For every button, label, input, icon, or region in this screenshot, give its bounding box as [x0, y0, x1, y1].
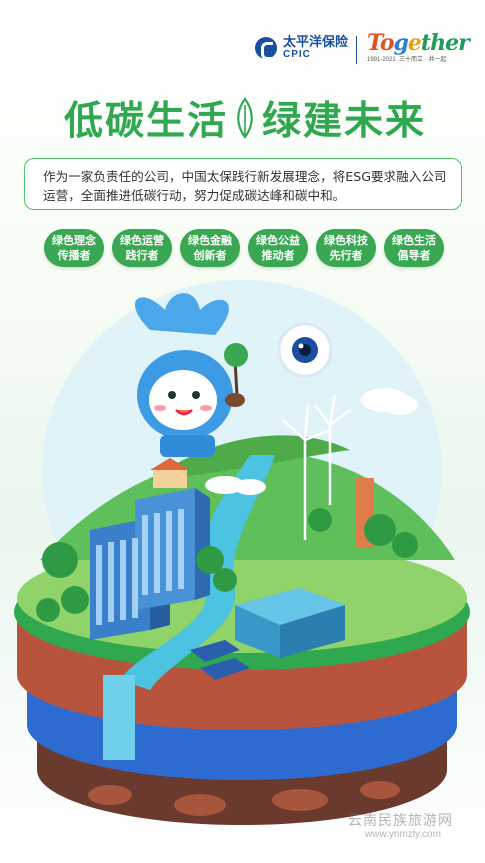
green-roles: 绿色理念 传播者 绿色运营 践行者 绿色金融 创新者 绿色公益 推动者 绿色科技 先行者 … — [44, 229, 444, 267]
leaf-icon — [237, 97, 253, 139]
together-logo: Together 1991-2021 三十而立 · 共一起 — [367, 30, 470, 70]
logo-divider — [356, 36, 357, 64]
together-wordmark: Together — [367, 30, 470, 56]
watermark-text: 云南民族旅游网 — [348, 813, 453, 829]
headline-part1: 低碳生活 — [63, 99, 228, 144]
pill-green-concept: 绿色理念 传播者 — [44, 229, 104, 267]
brand-name-cn: 太平洋保险 — [283, 35, 349, 50]
island-illustration — [14, 280, 470, 825]
pill-green-finance: 绿色金融 创新者 — [180, 229, 240, 267]
intro-text: 作为一家负责任的公司，中国太保践行新发展理念，将ESG要求融入公司运营，全面推进… — [43, 169, 447, 203]
watermark-url: www.ynmzly.com — [365, 829, 441, 840]
cpic-logo: 太平洋保险 CPIC — [255, 35, 349, 61]
cpic-logo-icon — [255, 37, 277, 61]
robot-eye — [277, 322, 333, 378]
pill-green-life: 绿色生活 倡导者 — [384, 229, 444, 267]
headline: 低碳生活 绿建未来 — [40, 92, 450, 144]
pill-green-tech: 绿色科技 先行者 — [316, 229, 376, 267]
waterfall — [103, 675, 135, 760]
brand-name-en: CPIC — [283, 48, 311, 60]
pill-green-operation: 绿色运营 践行者 — [112, 229, 172, 267]
intro-box: 作为一家负责任的公司，中国太保践行新发展理念，将ESG要求融入公司运营，全面推进… — [24, 158, 462, 210]
pill-green-charity: 绿色公益 推动者 — [248, 229, 308, 267]
together-years: 1991-2021 三十而立 · 共一起 — [367, 57, 447, 63]
headline-part2: 绿建未来 — [262, 99, 427, 144]
